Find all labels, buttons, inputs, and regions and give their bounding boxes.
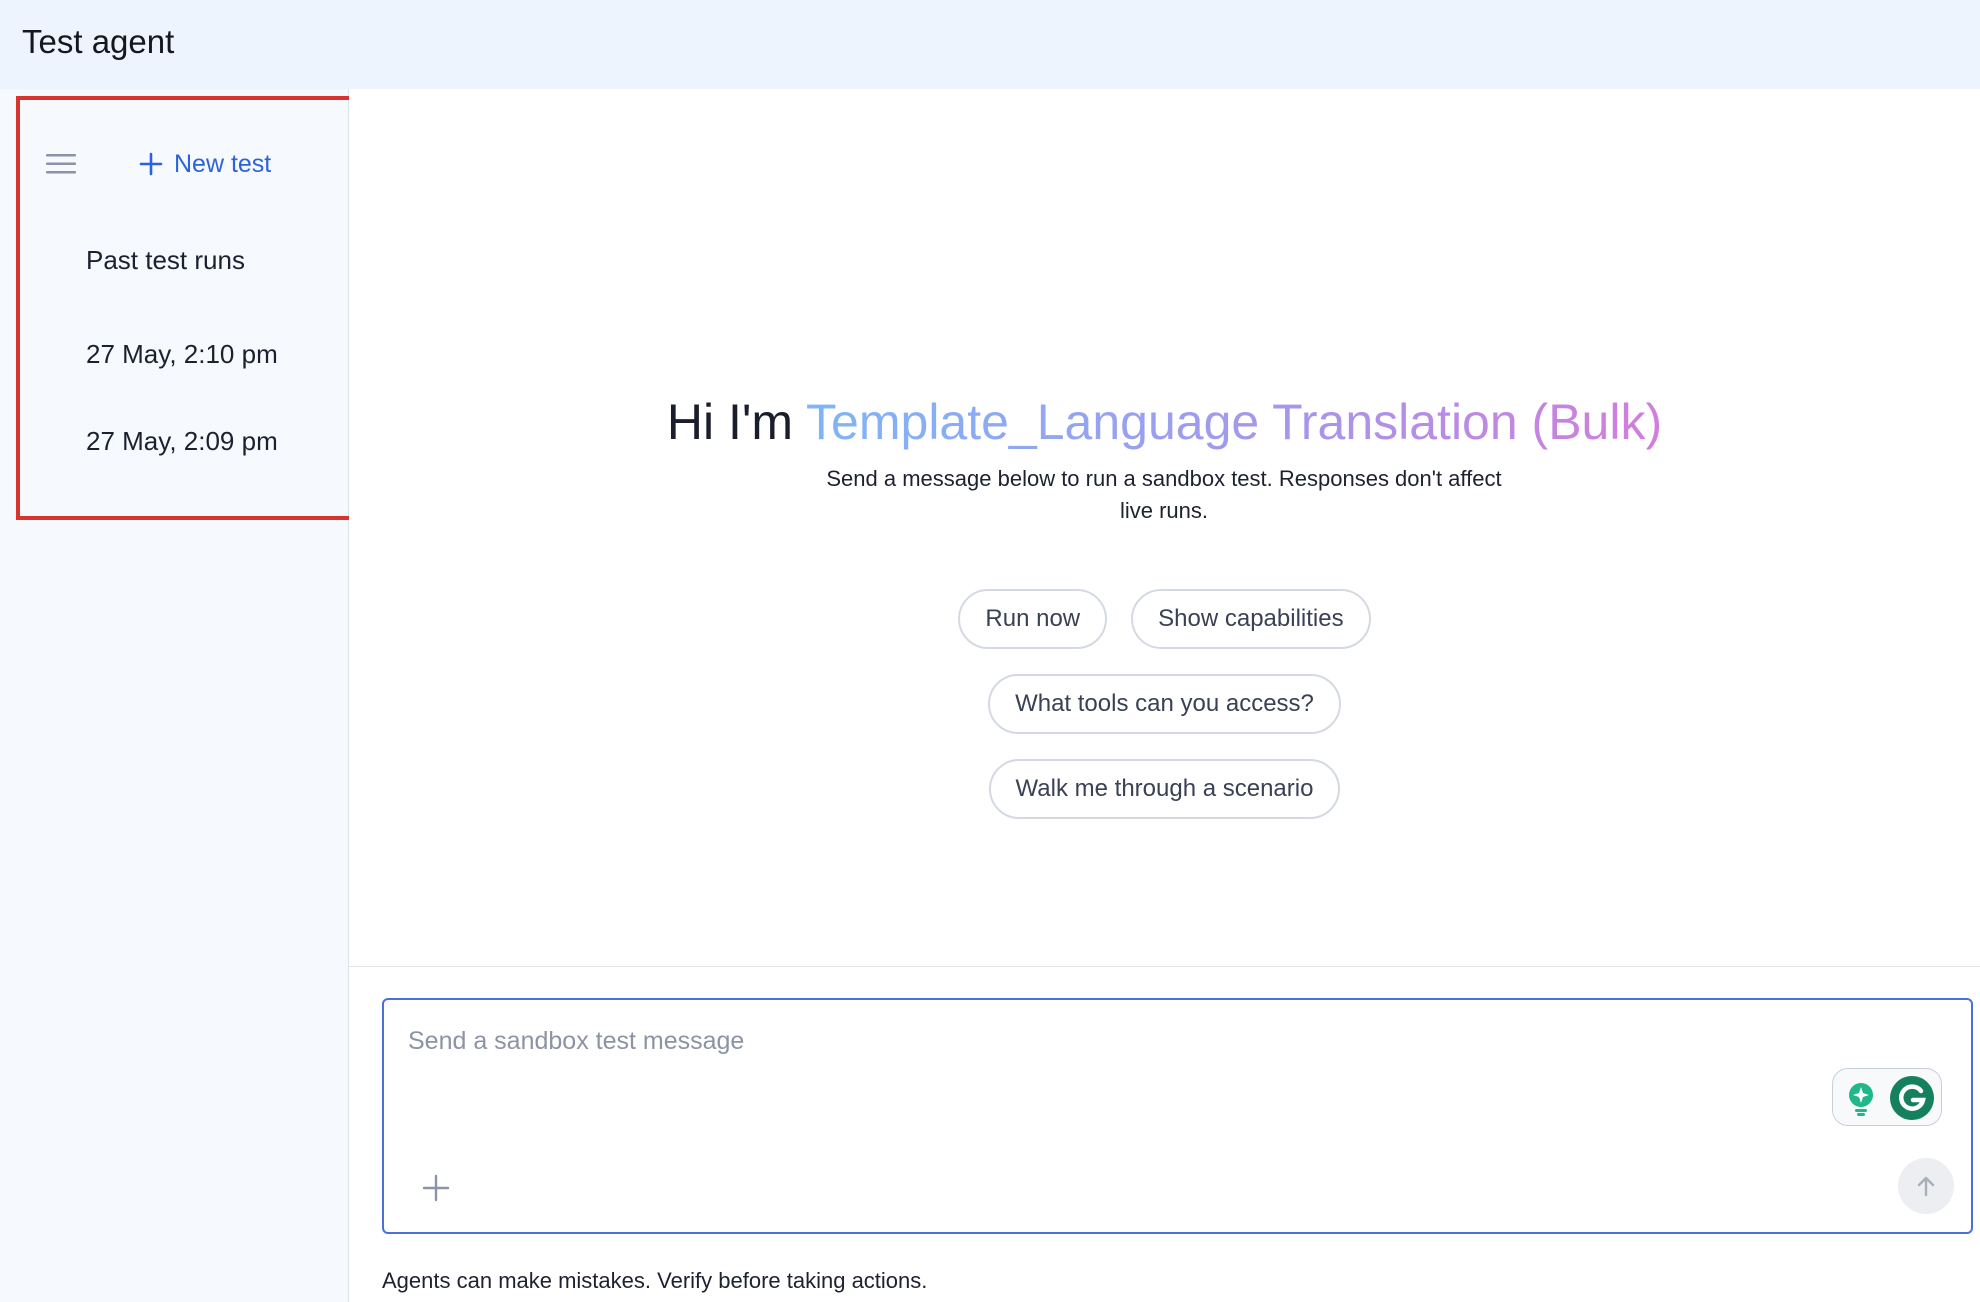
arrow-up-icon [1917,1176,1935,1197]
suggestion-run-now[interactable]: Run now [958,589,1108,649]
past-test-runs-heading: Past test runs [86,245,245,275]
main-panel: Hi I'm Template_Language Translation (Bu… [349,89,1980,967]
send-button[interactable] [1898,1158,1954,1214]
attach-plus-icon[interactable] [420,1172,452,1204]
past-run-item[interactable]: 27 May, 2:09 pm [86,423,278,459]
greeting-prefix: Hi I'm [666,394,807,450]
page-title: Test agent [22,23,175,60]
suggestion-tools-access[interactable]: What tools can you access? [988,674,1341,734]
grammarly-icon [1890,1076,1934,1120]
past-run-item[interactable]: 27 May, 2:10 pm [86,336,278,372]
suggestion-walk-through-scenario[interactable]: Walk me through a scenario [988,759,1341,819]
lightbulb-icon [1849,1083,1873,1116]
message-composer [382,998,1973,1234]
message-input[interactable] [406,1022,1810,1136]
disclaimer-text: Agents can make mistakes. Verify before … [382,1268,928,1293]
suggestion-show-capabilities[interactable]: Show capabilities [1131,589,1371,649]
agent-name: Template_Language Translation (Bulk) [806,394,1663,450]
suggestion-chips: Run now Show capabilities What tools can… [349,589,1980,844]
greeting-subtitle: Send a message below to run a sandbox te… [826,466,1502,523]
plus-icon [139,152,163,176]
greeting-heading: Hi I'm Template_Language Translation (Bu… [349,389,1980,455]
new-test-button[interactable]: New test [138,144,271,184]
top-bar: Test agent [0,0,1980,89]
new-test-label: New test [174,149,272,178]
hamburger-menu-icon[interactable] [44,150,78,178]
grammarly-widget[interactable] [1832,1068,1942,1126]
